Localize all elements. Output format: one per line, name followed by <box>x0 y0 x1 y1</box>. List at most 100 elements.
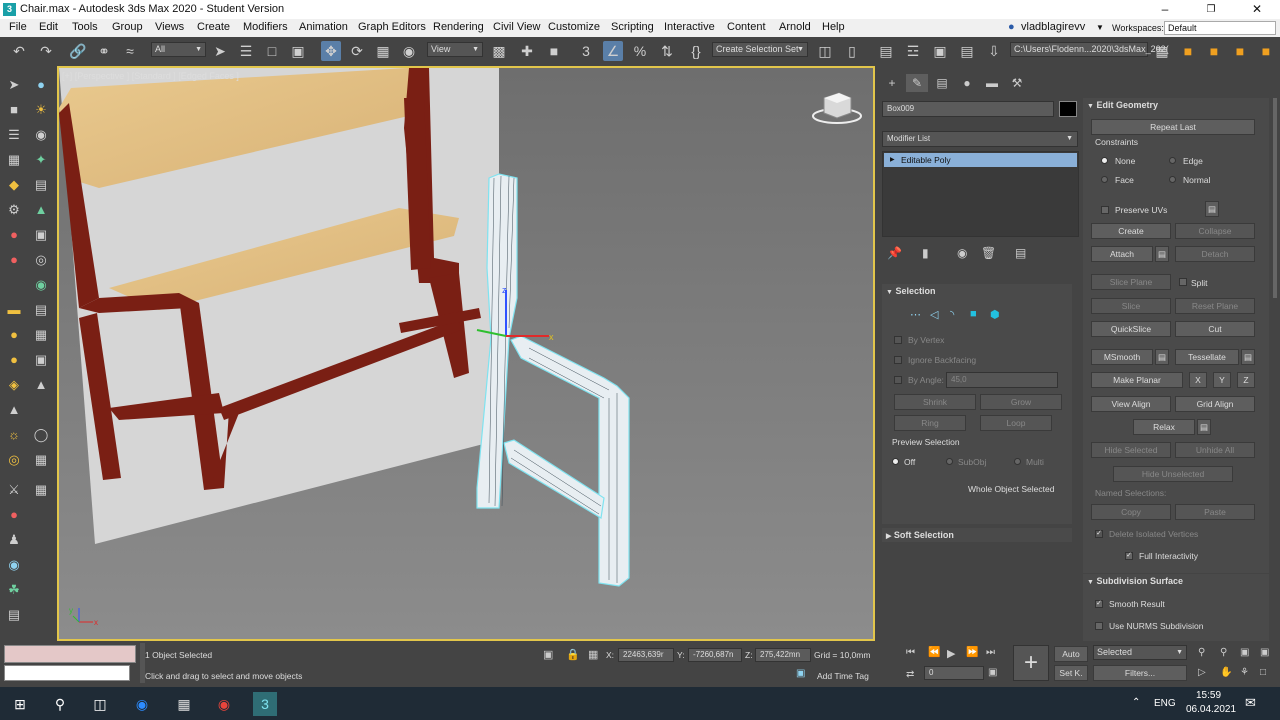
menu-interactive[interactable]: Interactive <box>664 21 715 33</box>
hierarchy-tab-icon[interactable]: ▤ <box>931 74 953 92</box>
menu-views[interactable]: Views <box>155 21 184 33</box>
ribbon-icon[interactable]: ▣ <box>930 41 950 61</box>
table-icon[interactable]: ▦ <box>32 481 50 499</box>
edit-geometry-header[interactable]: ▼ Edit Geometry <box>1087 98 1158 112</box>
select-icon[interactable]: ➤ <box>5 76 23 94</box>
x-coord-field[interactable]: 22463,639r <box>618 648 674 662</box>
hide-selected-button[interactable]: Hide Selected <box>1091 442 1171 458</box>
camera-icon[interactable]: ◉ <box>32 126 50 144</box>
clock-time[interactable]: 15:59 <box>1196 690 1221 701</box>
display-icon[interactable]: ▣ <box>32 351 50 369</box>
maxscript-input[interactable] <box>4 665 130 681</box>
teapot-icon[interactable]: ◈ <box>5 376 23 394</box>
zoom-icon[interactable]: ⚲ <box>1198 647 1205 658</box>
zoom-all-icon[interactable]: ⚲ <box>1220 647 1227 658</box>
menu-rendering[interactable]: Rendering <box>433 21 484 33</box>
windows-start-icon[interactable]: ⊞ <box>8 692 32 716</box>
helper-icon[interactable]: ✦ <box>32 151 50 169</box>
menu-help[interactable]: Help <box>822 21 845 33</box>
cut-button[interactable]: Cut <box>1175 321 1255 337</box>
detach-button[interactable]: Detach <box>1175 246 1255 262</box>
curve-editor-icon[interactable]: ▤ <box>957 41 977 61</box>
previous-frame-icon[interactable]: ⏪ <box>928 647 940 658</box>
border-mode-icon[interactable]: ◝ <box>950 308 954 321</box>
object-color-swatch[interactable] <box>1059 101 1077 117</box>
render-setup-icon[interactable]: ■ <box>1204 41 1224 61</box>
remove-modifier-icon[interactable]: 🗑 <box>981 246 996 260</box>
select-object-icon[interactable]: ➤ <box>210 41 230 61</box>
light-icon[interactable]: ● <box>32 76 50 94</box>
menu-file[interactable]: File <box>9 21 27 33</box>
z-coord-field[interactable]: 275,422mn <box>755 648 811 662</box>
create-button[interactable]: Create <box>1091 223 1171 239</box>
keyboard-shortcut-icon[interactable]: ■ <box>544 41 564 61</box>
ignore-backfacing-checkbox[interactable] <box>894 356 902 364</box>
bulb-icon[interactable]: ◯ <box>32 426 50 444</box>
modifier-stack[interactable]: ▶ Editable Poly <box>882 151 1079 237</box>
grid-align-button[interactable]: Grid Align <box>1175 396 1255 412</box>
zoom-extents-all-icon[interactable]: ▣ <box>1260 647 1269 658</box>
next-frame-icon[interactable]: ⏩ <box>966 647 978 658</box>
ring-button[interactable]: Ring <box>894 415 966 431</box>
panel-scrollbar[interactable] <box>1273 98 1277 298</box>
angle-spinner[interactable]: 45,0 <box>946 372 1058 388</box>
attach-button[interactable]: Attach <box>1091 246 1153 262</box>
language-indicator[interactable]: ENG <box>1154 698 1176 709</box>
display-tab-icon[interactable]: ▬ <box>981 74 1003 92</box>
relax-settings-icon[interactable]: ▤ <box>1197 419 1211 435</box>
key-filter-dropdown[interactable]: Selected ▼ <box>1093 645 1187 660</box>
modifier-list-dropdown[interactable]: Modifier List ▼ <box>882 131 1078 147</box>
viewport-scene[interactable]: z x x y <box>59 68 873 639</box>
use-nurms-checkbox[interactable] <box>1095 622 1103 630</box>
material-editor-icon[interactable]: ■ <box>1178 41 1198 61</box>
redo-icon[interactable]: ↷ <box>36 41 56 61</box>
constraint-normal-radio[interactable] <box>1169 176 1176 183</box>
planar-y-button[interactable]: Y <box>1213 372 1231 388</box>
chevron-up-icon[interactable]: ⌃ <box>1132 697 1140 708</box>
menu-modifiers[interactable]: Modifiers <box>243 21 288 33</box>
sphere-icon[interactable]: ● <box>5 326 23 344</box>
particle-icon[interactable]: ● <box>5 226 23 244</box>
copy-button[interactable]: Copy <box>1091 504 1171 520</box>
figure-icon[interactable]: ♟ <box>5 531 23 549</box>
maximize-viewport-icon[interactable]: □ <box>1260 667 1266 678</box>
user-account[interactable]: vladblagirevv <box>1021 21 1085 33</box>
angle-snap-icon[interactable]: ∠ <box>603 41 623 61</box>
select-by-name-icon[interactable]: ☰ <box>236 41 256 61</box>
quickslice-button[interactable]: QuickSlice <box>1091 321 1171 337</box>
box-icon[interactable]: ■ <box>5 101 23 119</box>
expand-arrow-icon[interactable]: ▶ <box>890 153 895 167</box>
make-unique-icon[interactable]: ◉ <box>957 246 967 260</box>
planar-x-button[interactable]: X <box>1189 372 1207 388</box>
pin-stack-icon[interactable]: 📌 <box>887 246 902 260</box>
absolute-mode-icon[interactable]: ▦ <box>588 648 598 661</box>
play-icon[interactable]: ▶ <box>947 647 955 660</box>
shape-icon[interactable]: ◆ <box>5 176 23 194</box>
pivot-center-icon[interactable]: ▩ <box>489 41 509 61</box>
select-and-rotate-icon[interactable]: ⟳ <box>347 41 367 61</box>
menu-tools[interactable]: Tools <box>72 21 98 33</box>
time-config-icon[interactable]: ▣ <box>988 667 997 678</box>
show-end-result-icon[interactable]: ▮ <box>922 246 929 260</box>
chrome-icon[interactable]: ◉ <box>212 692 236 716</box>
grow-button[interactable]: Grow <box>980 394 1062 410</box>
soft-selection-header[interactable]: ▶ Soft Selection <box>886 528 954 542</box>
globe-icon[interactable]: ◉ <box>5 556 23 574</box>
collapse-button[interactable]: Collapse <box>1175 223 1255 239</box>
key-mode-icon[interactable]: ⇄ <box>906 669 914 680</box>
slice-plane-button[interactable]: Slice Plane <box>1091 274 1171 290</box>
menu-animation[interactable]: Animation <box>299 21 348 33</box>
key-icon[interactable]: ● <box>5 506 23 524</box>
maxscript-listener[interactable] <box>4 645 136 663</box>
key-filters-button[interactable]: Filters... <box>1093 665 1187 681</box>
preview-subobj-radio[interactable] <box>946 458 953 465</box>
tessellate-button[interactable]: Tessellate <box>1175 349 1239 365</box>
perspective-viewport[interactable]: z x x y [+] [Perspective ] [Standard ] [… <box>57 66 875 641</box>
menu-customize[interactable]: Customize <box>548 21 600 33</box>
selection-rollout-header[interactable]: ▼ Selection <box>886 284 935 298</box>
make-planar-button[interactable]: Make Planar <box>1091 372 1183 388</box>
go-to-end-icon[interactable]: ⏭ <box>986 647 995 658</box>
view-align-button[interactable]: View Align <box>1091 396 1171 412</box>
workspace-dropdown[interactable]: Default <box>1164 21 1276 35</box>
motion-tab-icon[interactable]: ● <box>956 74 978 92</box>
